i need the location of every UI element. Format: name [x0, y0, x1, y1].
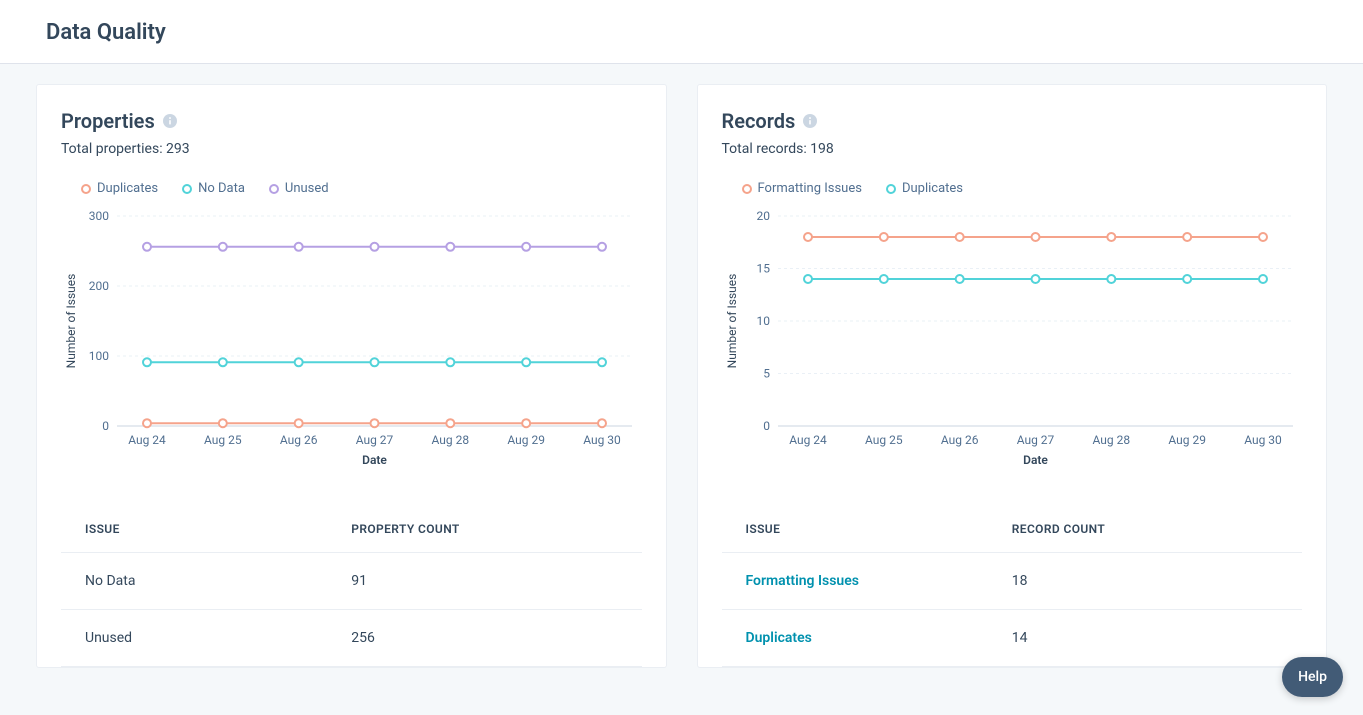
svg-text:Aug 25: Aug 25	[865, 433, 903, 447]
svg-text:Aug 26: Aug 26	[940, 433, 978, 447]
svg-text:Aug 29: Aug 29	[507, 433, 545, 447]
issue-count: 14	[1012, 630, 1278, 646]
legend-item-unused[interactable]: Unused	[269, 181, 329, 196]
issue-label: No Data	[85, 573, 351, 589]
issue-count: 256	[351, 630, 617, 646]
content-area: Properties Total properties: 293 Duplica…	[0, 64, 1363, 688]
properties-chart: 0 100 200 300 Aug 24 Aug 25 Aug 26 Aug 27 Aug 28…	[61, 206, 642, 476]
svg-text:0: 0	[763, 419, 770, 433]
legend-marker-icon	[886, 184, 896, 194]
svg-text:Aug 28: Aug 28	[1092, 433, 1130, 447]
legend-label: Formatting Issues	[758, 181, 862, 196]
legend-item-nodata[interactable]: No Data	[182, 181, 245, 196]
svg-text:Aug 27: Aug 27	[356, 433, 394, 447]
info-icon[interactable]	[163, 114, 177, 128]
help-button[interactable]: Help	[1282, 657, 1343, 697]
col-header-issue: ISSUE	[746, 522, 1012, 536]
properties-table: ISSUE PROPERTY COUNT No Data91Unused256	[61, 506, 642, 667]
info-icon[interactable]	[803, 114, 817, 128]
svg-text:100: 100	[89, 349, 109, 363]
svg-text:Aug 30: Aug 30	[1244, 433, 1282, 447]
col-header-count: PROPERTY COUNT	[351, 522, 617, 536]
svg-text:Aug 30: Aug 30	[583, 433, 621, 447]
records-card: Records Total records: 198 Formatting Is…	[697, 84, 1328, 668]
svg-text:Aug 29: Aug 29	[1168, 433, 1206, 447]
records-title-row: Records	[722, 109, 1303, 133]
issue-count: 91	[351, 573, 617, 589]
svg-text:Aug 28: Aug 28	[432, 433, 470, 447]
legend-marker-icon	[182, 184, 192, 194]
properties-card: Properties Total properties: 293 Duplica…	[36, 84, 667, 668]
issue-count: 18	[1012, 573, 1278, 589]
legend-item-duplicates[interactable]: Duplicates	[886, 181, 963, 196]
records-title: Records	[722, 109, 796, 133]
legend-marker-icon	[742, 184, 752, 194]
svg-text:0: 0	[102, 419, 109, 433]
svg-text:Aug 25: Aug 25	[204, 433, 242, 447]
records-chart: 0 5 10 15 20 Aug 24 Aug 25 Aug 26 Aug 27 Aug 28 Au…	[722, 206, 1303, 476]
svg-text:Number of Issues: Number of Issues	[64, 274, 78, 369]
table-header: ISSUE RECORD COUNT	[722, 506, 1303, 553]
properties-title: Properties	[61, 109, 155, 133]
table-header: ISSUE PROPERTY COUNT	[61, 506, 642, 553]
records-table: ISSUE RECORD COUNT Formatting Issues18Du…	[722, 506, 1303, 667]
legend-label: No Data	[198, 181, 245, 196]
svg-text:300: 300	[89, 209, 109, 223]
svg-text:15: 15	[756, 262, 770, 276]
svg-text:Aug 27: Aug 27	[1016, 433, 1054, 447]
svg-text:5: 5	[763, 367, 770, 381]
page-title: Data Quality	[46, 20, 1317, 45]
svg-text:Date: Date	[1023, 453, 1048, 467]
legend-label: Duplicates	[97, 181, 158, 196]
properties-subtitle: Total properties: 293	[61, 141, 642, 157]
page-header: Data Quality	[0, 0, 1363, 64]
help-label: Help	[1298, 669, 1327, 685]
table-row: Formatting Issues18	[722, 553, 1303, 610]
svg-text:10: 10	[756, 314, 770, 328]
svg-text:20: 20	[756, 209, 770, 223]
records-legend: Formatting Issues Duplicates	[742, 181, 1303, 196]
issue-label: Unused	[85, 630, 351, 646]
issue-link[interactable]: Duplicates	[746, 630, 1012, 646]
table-row: No Data91	[61, 553, 642, 610]
col-header-count: RECORD COUNT	[1012, 522, 1278, 536]
svg-text:200: 200	[89, 279, 109, 293]
legend-marker-icon	[81, 184, 91, 194]
table-row: Duplicates14	[722, 610, 1303, 667]
records-subtitle: Total records: 198	[722, 141, 1303, 157]
svg-text:Aug 24: Aug 24	[789, 433, 827, 447]
col-header-issue: ISSUE	[85, 522, 351, 536]
issue-link[interactable]: Formatting Issues	[746, 573, 1012, 589]
properties-legend: Duplicates No Data Unused	[81, 181, 642, 196]
svg-text:Aug 24: Aug 24	[128, 433, 166, 447]
legend-label: Duplicates	[902, 181, 963, 196]
legend-item-duplicates[interactable]: Duplicates	[81, 181, 158, 196]
table-row: Unused256	[61, 610, 642, 667]
properties-title-row: Properties	[61, 109, 642, 133]
svg-text:Number of Issues: Number of Issues	[725, 274, 739, 369]
svg-text:Date: Date	[362, 453, 387, 467]
legend-item-formatting[interactable]: Formatting Issues	[742, 181, 862, 196]
svg-text:Aug 26: Aug 26	[280, 433, 318, 447]
legend-marker-icon	[269, 184, 279, 194]
legend-label: Unused	[285, 181, 329, 196]
